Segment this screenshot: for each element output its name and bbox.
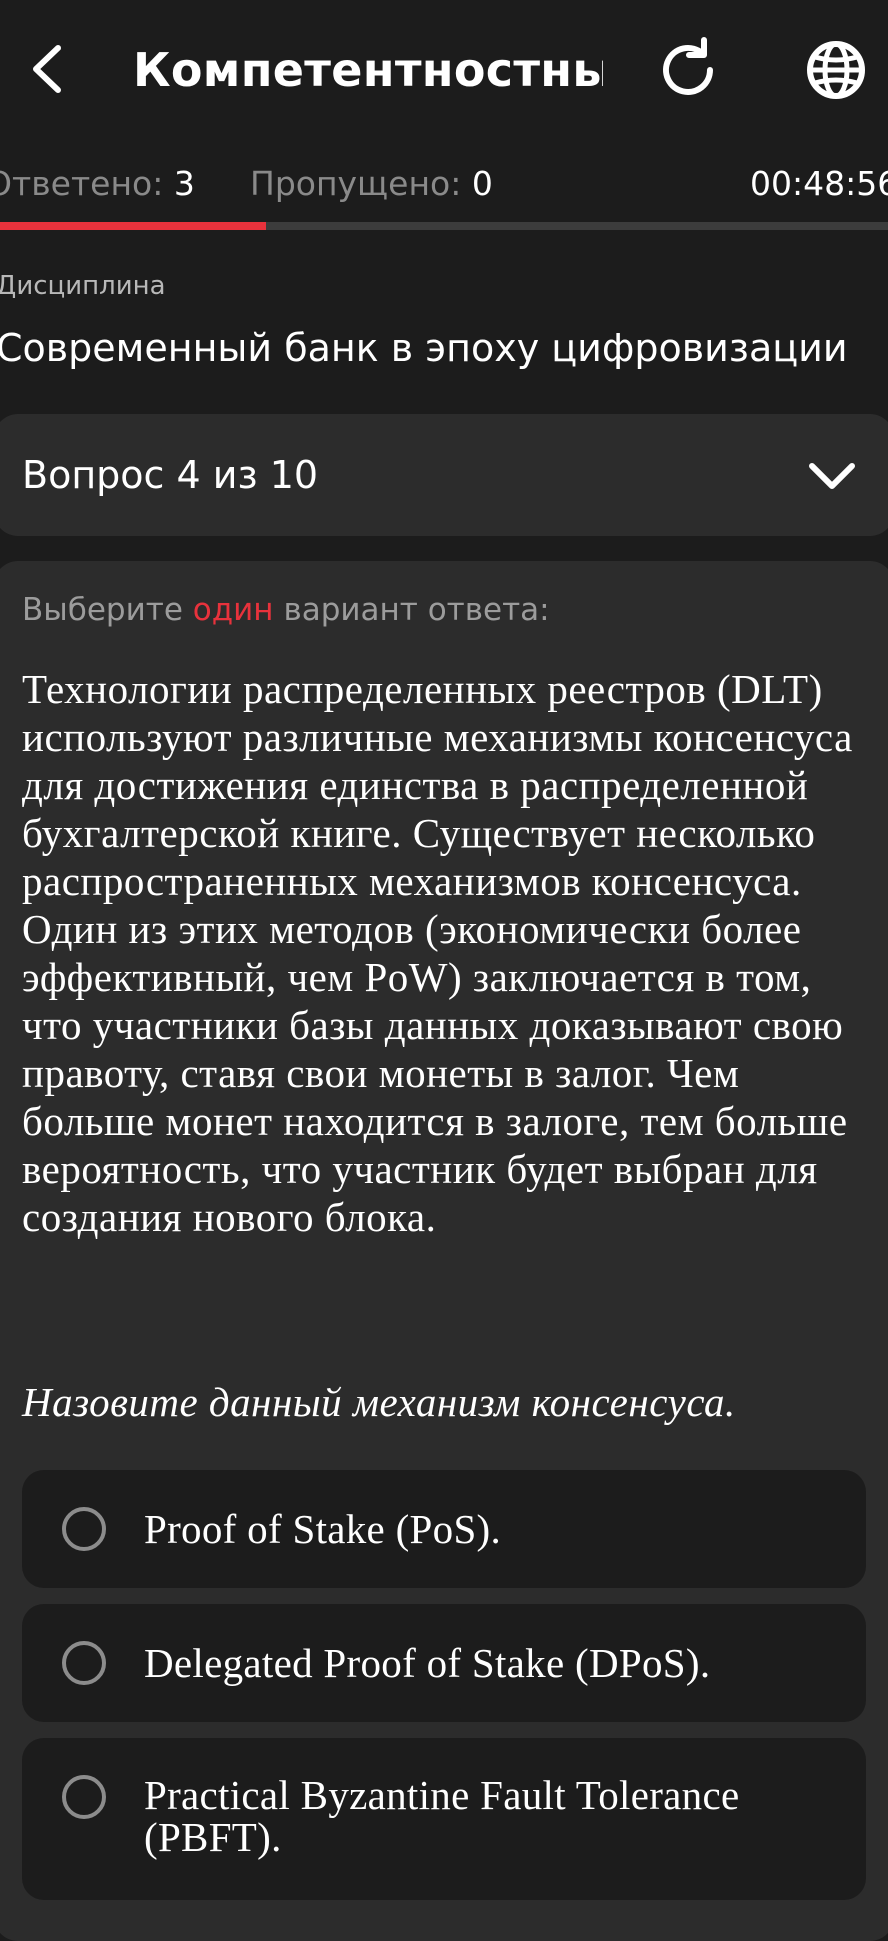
answer-option-label: Proof of Stake (PoS). xyxy=(144,1506,502,1552)
answer-option-label: Delegated Proof of Stake (DPoS). xyxy=(144,1640,711,1686)
discipline-name: Современный банк в эпоху цифровизации xyxy=(0,326,848,370)
answer-option[interactable]: Proof of Stake (PoS). xyxy=(22,1470,866,1588)
progress-bar xyxy=(0,222,888,230)
answered-label: Ответено: xyxy=(0,164,164,203)
answer-instruction: Выберите один вариант ответа: xyxy=(22,587,550,633)
globe-icon xyxy=(807,41,865,99)
timer: 00:48:56 xyxy=(750,164,888,203)
answered-count: 3 xyxy=(173,164,195,203)
radio-button[interactable] xyxy=(62,1507,106,1551)
top-app-bar: Компетентностны... xyxy=(0,0,888,140)
skipped-label: Пропущено: xyxy=(250,164,462,203)
instruction-prefix: Выберите xyxy=(22,592,183,628)
back-button[interactable] xyxy=(22,34,72,104)
skipped-count: 0 xyxy=(471,164,493,203)
answer-option[interactable]: Delegated Proof of Stake (DPoS). xyxy=(22,1604,866,1722)
skipped-stat: Пропущено: 0 xyxy=(250,158,493,210)
chevron-down-icon xyxy=(809,463,855,489)
answer-option[interactable]: Practical Byzantine Fault Tolerance (PBF… xyxy=(22,1738,866,1900)
discipline-label: Дисциплина xyxy=(0,271,166,301)
radio-button[interactable] xyxy=(62,1775,106,1819)
chevron-left-icon xyxy=(33,45,61,93)
answered-stat: Ответено: 3 xyxy=(0,158,195,210)
progress-stats: Ответено: 3 Пропущено: 0 00:48:56 xyxy=(0,158,888,210)
reload-button[interactable] xyxy=(652,34,724,106)
language-button[interactable] xyxy=(800,34,872,106)
question-selector-label: Вопрос 4 из 10 xyxy=(22,453,319,497)
progress-bar-fill xyxy=(0,222,267,230)
radio-button[interactable] xyxy=(62,1641,106,1685)
reload-icon xyxy=(663,37,713,95)
question-selector[interactable]: Вопрос 4 из 10 xyxy=(0,414,888,536)
page-title: Компетентностны... xyxy=(133,43,603,97)
question-prompt: Назовите данный механизм консенсуса. xyxy=(22,1379,736,1425)
answer-option-label: Practical Byzantine Fault Tolerance (PBF… xyxy=(144,1772,740,1860)
instruction-accent: один xyxy=(192,592,274,628)
question-card: Выберите один вариант ответа: Технологии… xyxy=(0,561,888,1941)
question-text: Технологии распределенных реестров (DLT)… xyxy=(22,666,853,1240)
instruction-suffix: вариант ответа: xyxy=(283,592,550,628)
